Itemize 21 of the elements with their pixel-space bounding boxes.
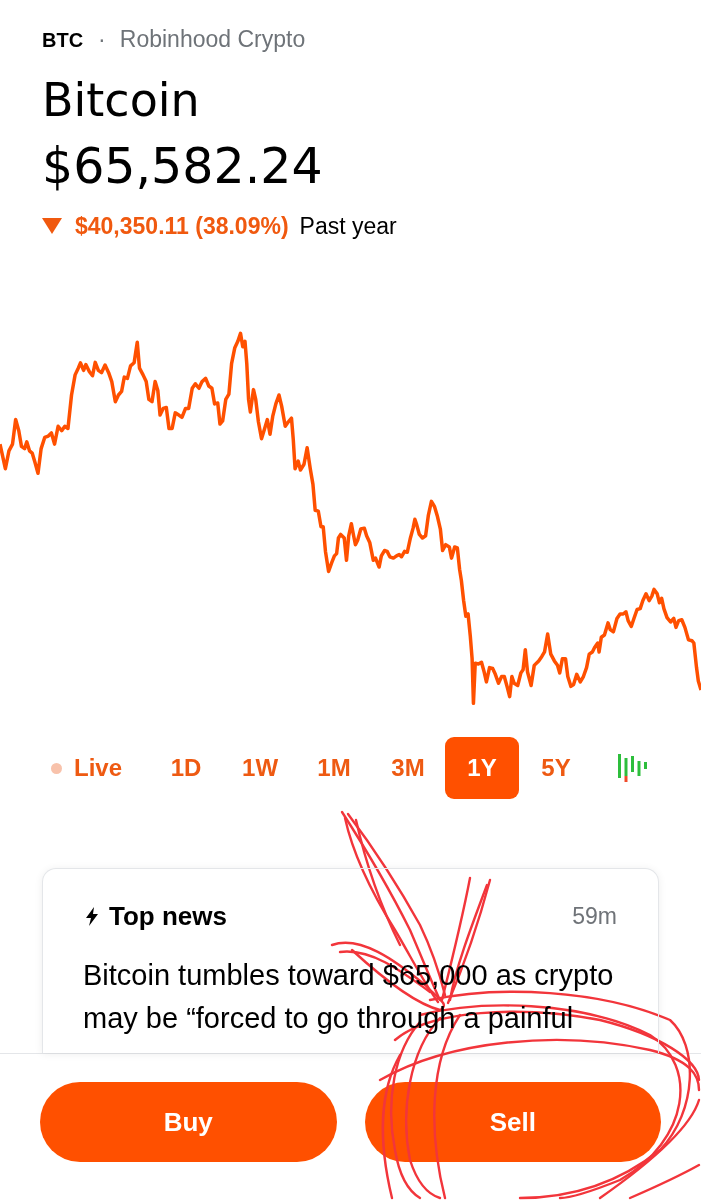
time-range-tab[interactable]: 5Y	[541, 754, 571, 782]
live-dot-icon	[51, 762, 62, 774]
ticker-symbol: BTC	[42, 28, 84, 53]
separator-text: ·	[98, 25, 106, 53]
asset-name: Bitcoin	[42, 73, 200, 127]
time-range-tab[interactable]: 1Y	[445, 737, 520, 799]
lightning-icon	[86, 906, 98, 926]
time-range-tab[interactable]: 3M	[391, 754, 425, 782]
price-value: $65,582.24	[42, 139, 323, 195]
time-range-tab[interactable]: Live	[51, 754, 123, 782]
exchange-name: Robinhood Crypto	[119, 25, 306, 53]
time-range-tab[interactable]: 1M	[317, 754, 351, 782]
change-period: Past year	[299, 212, 397, 240]
candlestick-icon[interactable]	[618, 754, 648, 782]
news-time: 59m	[572, 902, 617, 931]
action-button[interactable]: Sell	[364, 1082, 661, 1162]
time-range-tab[interactable]: 1W	[242, 754, 279, 782]
price-change: $40,350.11 (38.09%)	[75, 212, 289, 240]
time-range-tab[interactable]: 1D	[170, 754, 202, 782]
news-title: Top news	[109, 900, 227, 932]
action-button[interactable]: Buy	[40, 1082, 337, 1162]
